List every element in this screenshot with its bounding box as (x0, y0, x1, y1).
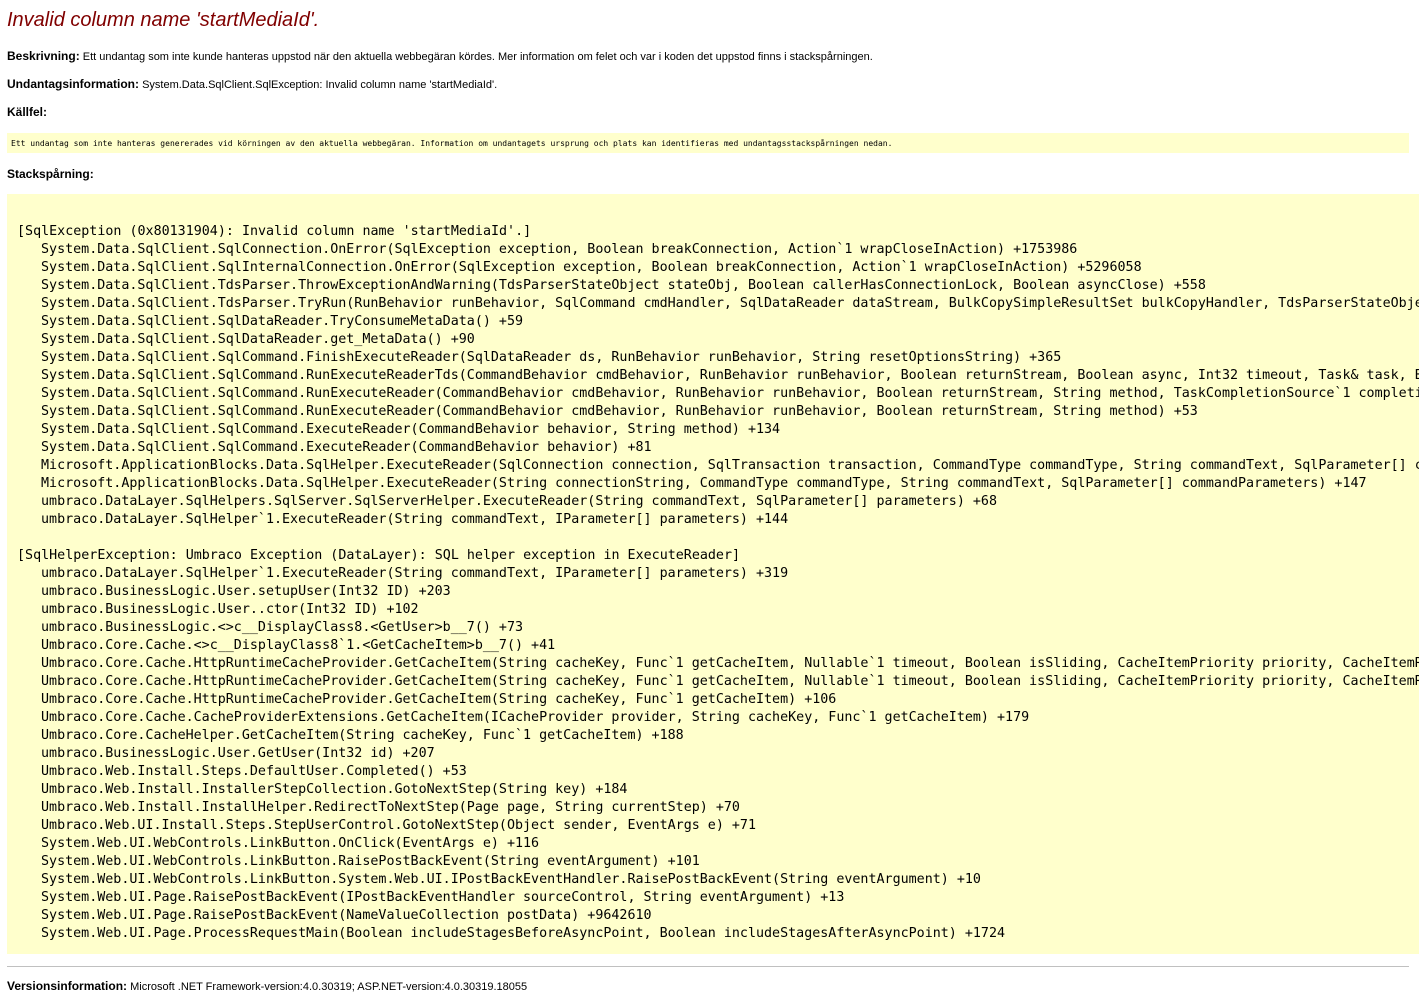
stack-frame: Microsoft.ApplicationBlocks.Data.SqlHelp… (41, 476, 1367, 491)
description-label: Beskrivning: (7, 49, 80, 63)
stack-frame: System.Web.UI.Page.RaisePostBackEvent(Na… (41, 908, 652, 923)
stack-frame: umbraco.BusinessLogic.User..ctor(Int32 I… (41, 602, 419, 617)
stack-frame: umbraco.BusinessLogic.User.GetUser(Int32… (41, 746, 435, 761)
source-error-box: Ett undantag som inte hanteras genererad… (7, 133, 1409, 153)
exception-info-line: Undantagsinformation: System.Data.SqlCli… (7, 77, 497, 92)
stack-frame: umbraco.DataLayer.SqlHelper`1.ExecuteRea… (41, 512, 789, 527)
stack-frame: umbraco.DataLayer.SqlHelper`1.ExecuteRea… (41, 566, 789, 581)
description-text: Ett undantag som inte kunde hanteras upp… (82, 51, 873, 63)
stack-frame: umbraco.DataLayer.SqlHelpers.SqlServer.S… (41, 494, 998, 509)
stack-blank-line (17, 529, 1419, 547)
exception-info-text: System.Data.SqlClient.SqlException: Inva… (142, 79, 498, 91)
stack-frame: System.Data.SqlClient.TdsParser.ThrowExc… (41, 278, 1206, 293)
footer-divider (7, 966, 1409, 967)
stack-frame: System.Web.UI.Page.RaisePostBackEvent(IP… (41, 890, 845, 905)
stack-trace-text: [SqlException (0x80131904): Invalid colu… (7, 194, 1419, 943)
stack-frame: System.Data.SqlClient.SqlInternalConnect… (41, 260, 1142, 275)
stack-frame: Umbraco.Web.Install.Steps.DefaultUser.Co… (41, 764, 467, 779)
stack-trace-box: [SqlException (0x80131904): Invalid colu… (7, 194, 1419, 954)
version-info-text: Microsoft .NET Framework-version:4.0.303… (130, 981, 528, 992)
version-info-label: Versionsinformation: (7, 979, 128, 992)
stack-frame: System.Data.SqlClient.SqlDataReader.TryC… (41, 314, 524, 329)
stack-frame: System.Data.SqlClient.SqlCommand.FinishE… (41, 350, 1062, 365)
page-title: Invalid column name 'startMediaId'. (7, 9, 320, 31)
source-error-text: Ett undantag som inte hanteras genererad… (11, 139, 893, 148)
stack-frame: System.Data.SqlClient.SqlCommand.Execute… (41, 422, 781, 437)
stack-frame: System.Data.SqlClient.SqlCommand.RunExec… (41, 368, 1419, 383)
stack-frame: System.Data.SqlClient.SqlCommand.RunExec… (41, 386, 1419, 401)
stack-frame: Umbraco.Core.Cache.<>c__DisplayClass8`1.… (41, 638, 556, 653)
version-info-line: Versionsinformation: Microsoft .NET Fram… (7, 979, 527, 992)
stack-frame: System.Data.SqlClient.SqlCommand.Execute… (41, 440, 652, 455)
stack-frame: umbraco.BusinessLogic.User.setupUser(Int… (41, 584, 451, 599)
stack-frame: System.Web.UI.WebControls.LinkButton.Sys… (41, 872, 981, 887)
stack-frame: System.Data.SqlClient.SqlCommand.RunExec… (41, 404, 1198, 419)
stack-frame: System.Data.SqlClient.SqlConnection.OnEr… (41, 242, 1078, 257)
stack-frame: Umbraco.Web.UI.Install.Steps.StepUserCon… (41, 818, 756, 833)
stack-frame: Umbraco.Core.Cache.HttpRuntimeCacheProvi… (41, 674, 1419, 689)
stack-frame: Umbraco.Core.CacheHelper.GetCacheItem(St… (41, 728, 684, 743)
stack-frame: Microsoft.ApplicationBlocks.Data.SqlHelp… (41, 458, 1419, 473)
stack-frame: System.Web.UI.Page.ProcessRequestMain(Bo… (41, 926, 1006, 941)
stack-frame: umbraco.BusinessLogic.<>c__DisplayClass8… (41, 620, 524, 635)
stack-exception-header: [SqlHelperException: Umbraco Exception (… (17, 548, 741, 563)
stack-trace-label: Stackspårning: (7, 167, 94, 181)
description-line: Beskrivning: Ett undantag som inte kunde… (7, 49, 873, 64)
stack-frame: Umbraco.Core.Cache.CacheProviderExtensio… (41, 710, 1030, 725)
error-page: Invalid column name 'startMediaId'. Besk… (0, 0, 1419, 992)
stack-frame: System.Web.UI.WebControls.LinkButton.OnC… (41, 836, 540, 851)
stack-frame: System.Data.SqlClient.TdsParser.TryRun(R… (41, 296, 1419, 311)
stack-frame: Umbraco.Web.Install.InstallHelper.Redire… (41, 800, 740, 815)
stack-frame: System.Data.SqlClient.SqlDataReader.get_… (41, 332, 475, 347)
stack-frame: System.Web.UI.WebControls.LinkButton.Rai… (41, 854, 700, 869)
stack-frame: Umbraco.Core.Cache.HttpRuntimeCacheProvi… (41, 656, 1419, 671)
exception-info-label: Undantagsinformation: (7, 77, 139, 91)
source-error-label: Källfel: (7, 105, 48, 119)
stack-frame: Umbraco.Web.Install.InstallerStepCollect… (41, 782, 628, 797)
stack-exception-header: [SqlException (0x80131904): Invalid colu… (17, 224, 532, 239)
stack-frame: Umbraco.Core.Cache.HttpRuntimeCacheProvi… (41, 692, 837, 707)
